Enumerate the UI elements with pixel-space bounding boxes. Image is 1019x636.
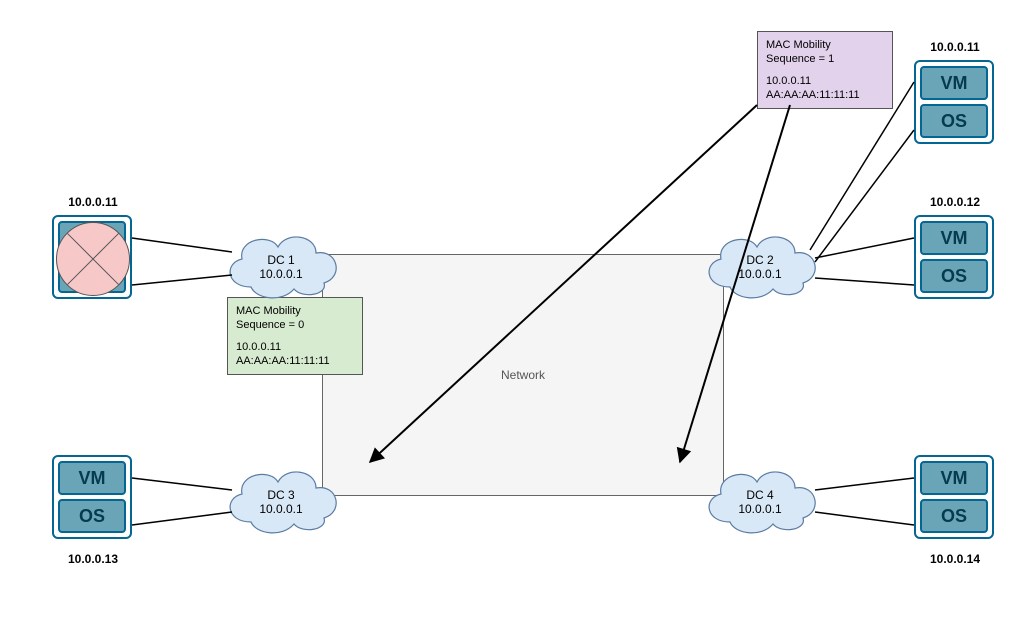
box-purple-line4: AA:AA:AA:11:11:11 bbox=[766, 88, 884, 102]
host3-os: OS bbox=[920, 259, 988, 293]
box-purple-line2: Sequence = 1 bbox=[766, 52, 884, 66]
mac-mobility-box-seq1: MAC Mobility Sequence = 1 10.0.0.11 AA:A… bbox=[757, 31, 893, 109]
host2: VM OS bbox=[914, 60, 994, 144]
dc1-name: DC 1 bbox=[216, 253, 346, 267]
cloud-dc4: DC 4 10.0.0.1 bbox=[695, 460, 825, 540]
dc2-name: DC 2 bbox=[695, 253, 825, 267]
crossed-out-icon bbox=[56, 222, 130, 296]
host3-vm: VM bbox=[920, 221, 988, 255]
host4-vm: VM bbox=[58, 461, 126, 495]
dc2-ip: 10.0.0.1 bbox=[695, 267, 825, 281]
cloud-dc2: DC 2 10.0.0.1 bbox=[695, 225, 825, 305]
host4: VM OS bbox=[52, 455, 132, 539]
cloud-dc1: DC 1 10.0.0.1 bbox=[216, 225, 346, 305]
host5: VM OS bbox=[914, 455, 994, 539]
box-purple-line1: MAC Mobility bbox=[766, 38, 884, 52]
host5-ip: 10.0.0.14 bbox=[910, 552, 1000, 566]
host3-ip: 10.0.0.12 bbox=[910, 195, 1000, 209]
host3: VM OS bbox=[914, 215, 994, 299]
box-green-line2: Sequence = 0 bbox=[236, 318, 354, 332]
host1-ip: 10.0.0.11 bbox=[48, 195, 138, 209]
dc4-ip: 10.0.0.1 bbox=[695, 502, 825, 516]
host4-ip: 10.0.0.13 bbox=[48, 552, 138, 566]
dc1-ip: 10.0.0.1 bbox=[216, 267, 346, 281]
host2-os: OS bbox=[920, 104, 988, 138]
box-purple-line3: 10.0.0.11 bbox=[766, 74, 884, 88]
network-label: Network bbox=[501, 368, 545, 382]
diagram-canvas: Network MAC Mobility Sequence = 0 10.0.0… bbox=[0, 0, 1019, 636]
host5-vm: VM bbox=[920, 461, 988, 495]
box-green-line4: AA:AA:AA:11:11:11 bbox=[236, 354, 354, 368]
host5-os: OS bbox=[920, 499, 988, 533]
host2-vm: VM bbox=[920, 66, 988, 100]
dc4-name: DC 4 bbox=[695, 488, 825, 502]
box-green-line1: MAC Mobility bbox=[236, 304, 354, 318]
host2-ip: 10.0.0.11 bbox=[910, 40, 1000, 54]
dc3-name: DC 3 bbox=[216, 488, 346, 502]
host4-os: OS bbox=[58, 499, 126, 533]
network-box: Network bbox=[322, 254, 724, 496]
cloud-dc3: DC 3 10.0.0.1 bbox=[216, 460, 346, 540]
box-green-line3: 10.0.0.11 bbox=[236, 340, 354, 354]
mac-mobility-box-seq0: MAC Mobility Sequence = 0 10.0.0.11 AA:A… bbox=[227, 297, 363, 375]
dc3-ip: 10.0.0.1 bbox=[216, 502, 346, 516]
